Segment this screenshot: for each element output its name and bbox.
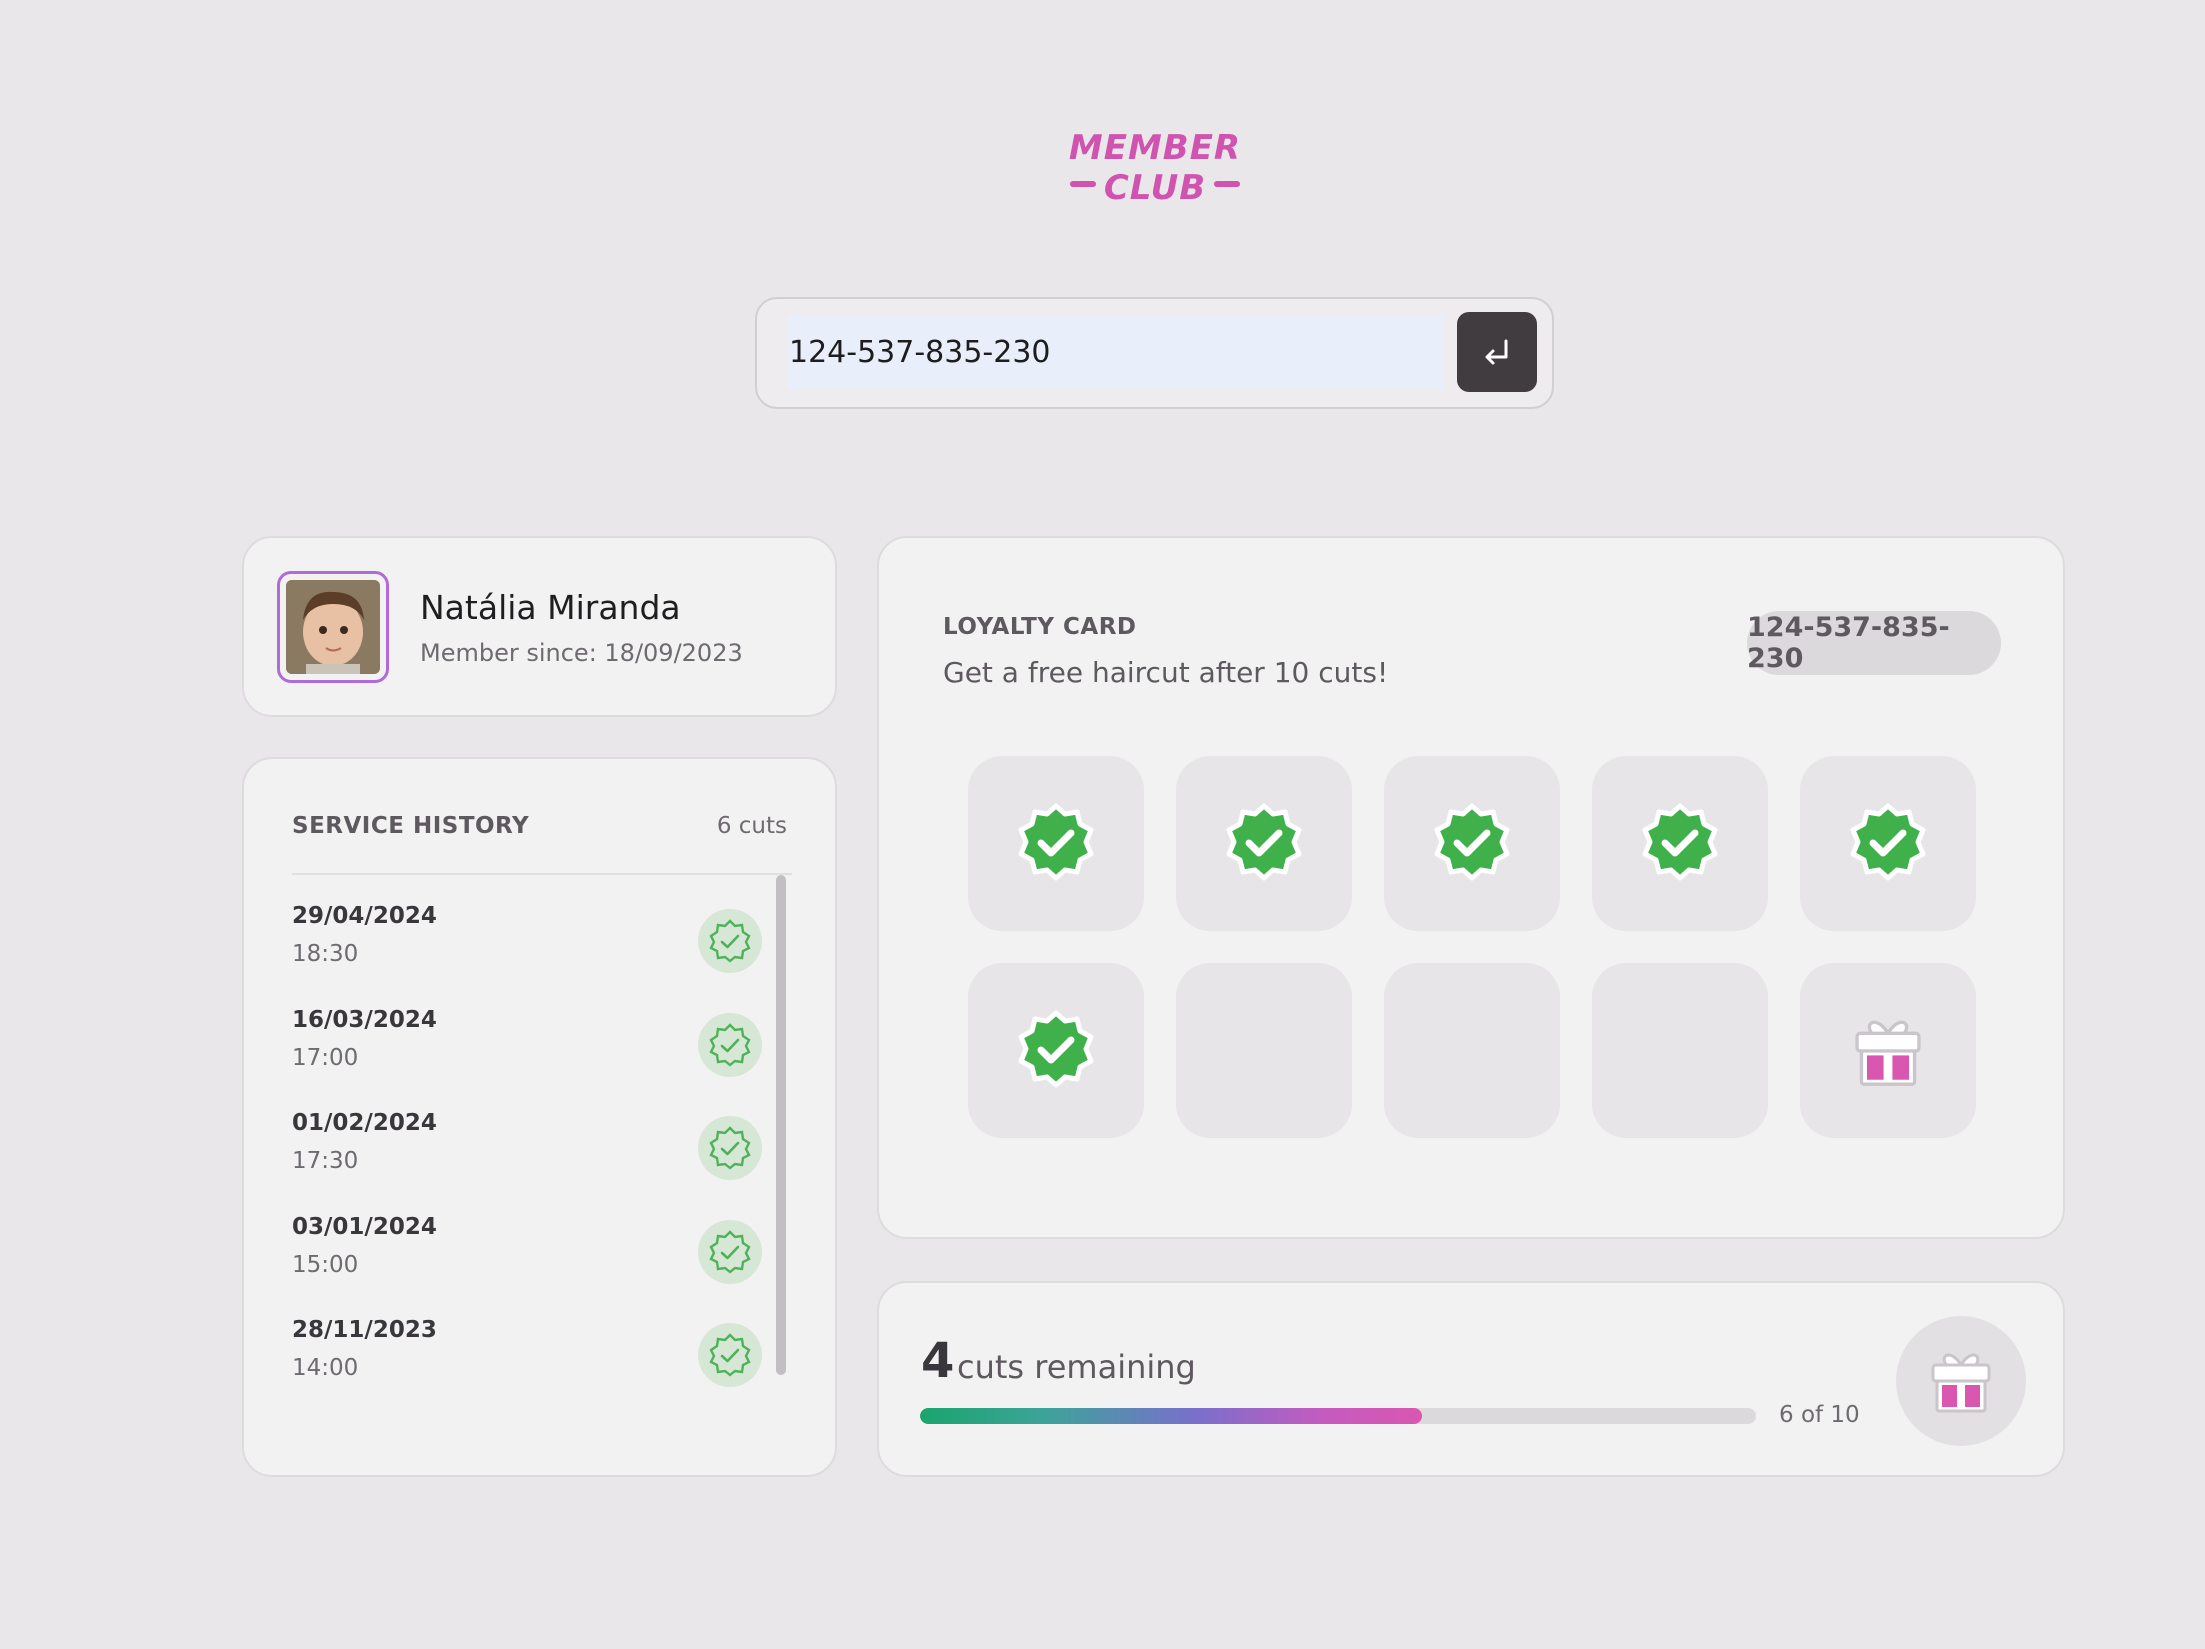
history-item: 28/11/2023 14:00 [292, 1295, 772, 1399]
history-list[interactable]: 29/04/2024 18:30 16/03/2024 17:00 01/02/… [292, 881, 772, 1426]
history-date: 28/11/2023 [292, 1317, 437, 1343]
history-item: 29/04/2024 18:30 [292, 881, 772, 985]
avatar-photo [286, 580, 380, 674]
logo-line-2: CLUB [1050, 168, 1260, 208]
history-time: 15:00 [292, 1251, 359, 1278]
check-badge-icon [698, 1323, 762, 1387]
check-badge-icon [1850, 803, 1926, 880]
reward-gift-button [1896, 1316, 2026, 1446]
stamp-slot-filled [1800, 756, 1976, 931]
check-badge-icon [1018, 1010, 1094, 1087]
member-id-input[interactable] [787, 315, 1444, 389]
check-badge-icon [1226, 803, 1302, 880]
member-search-bar [755, 297, 1554, 409]
progress-of-label: 6 of 10 [1779, 1402, 1860, 1428]
logo-line-1: MEMBER [1068, 128, 1242, 168]
avatar [277, 571, 389, 683]
member-since: Member since: 18/09/2023 [420, 639, 743, 667]
history-time: 14:00 [292, 1355, 359, 1381]
gift-icon [1855, 1020, 1921, 1086]
history-date: 01/02/2024 [292, 1110, 437, 1136]
progress-fill [920, 1408, 1422, 1424]
check-badge-icon [1434, 803, 1510, 880]
history-item: 03/01/2024 15:00 [292, 1192, 772, 1296]
history-date: 03/01/2024 [292, 1213, 437, 1240]
stamp-slot-reward [1800, 963, 1976, 1138]
check-badge-icon [1018, 803, 1094, 880]
loyalty-title: LOYALTY CARD [943, 614, 1137, 640]
submit-button[interactable] [1457, 312, 1537, 392]
loyalty-card: LOYALTY CARD Get a free haircut after 10… [877, 536, 2065, 1239]
history-item: 01/02/2024 17:30 [292, 1088, 772, 1192]
stamp-slot-filled [1592, 756, 1768, 931]
check-badge-icon [698, 1012, 762, 1077]
history-time: 17:30 [292, 1148, 359, 1174]
history-time: 18:30 [292, 941, 359, 967]
profile-card: Natália Miranda Member since: 18/09/2023 [242, 536, 837, 717]
stamp-slot-filled [968, 963, 1144, 1138]
history-scrollbar[interactable] [776, 875, 786, 1375]
check-badge-icon [698, 1219, 762, 1284]
history-date: 16/03/2024 [292, 1006, 437, 1033]
member-name: Natália Miranda [420, 588, 681, 627]
loyalty-subtitle: Get a free haircut after 10 cuts! [943, 656, 1389, 689]
check-badge-icon [698, 1116, 762, 1180]
remaining-label: cuts remaining [957, 1348, 1196, 1386]
history-item: 16/03/2024 17:00 [292, 985, 772, 1089]
check-badge-icon [698, 909, 762, 973]
history-divider [292, 873, 792, 875]
check-badge-icon [1642, 803, 1718, 880]
progress-bar [920, 1408, 1756, 1424]
history-title: SERVICE HISTORY [292, 813, 530, 839]
stamp-slot-filled [1384, 756, 1560, 931]
stamp-slot-filled [968, 756, 1144, 931]
gift-icon [1931, 1353, 1991, 1413]
service-history-card: SERVICE HISTORY 6 cuts 29/04/2024 18:30 … [242, 757, 837, 1477]
enter-icon [1485, 339, 1508, 365]
remaining-count: 4 [921, 1333, 955, 1389]
member-id-badge: 124-537-835-230 [1747, 611, 2001, 675]
progress-card: 4 cuts remaining 6 of 10 [877, 1281, 2065, 1477]
stamp-slot-empty [1384, 963, 1560, 1138]
stamp-slot-empty [1176, 963, 1352, 1138]
history-time: 17:00 [292, 1044, 359, 1071]
member-club-logo: MEMBER CLUB [1050, 128, 1260, 218]
stamp-slot-empty [1592, 963, 1768, 1138]
history-date: 29/04/2024 [292, 903, 437, 929]
history-count: 6 cuts [716, 813, 787, 839]
stamp-slot-filled [1176, 756, 1352, 931]
